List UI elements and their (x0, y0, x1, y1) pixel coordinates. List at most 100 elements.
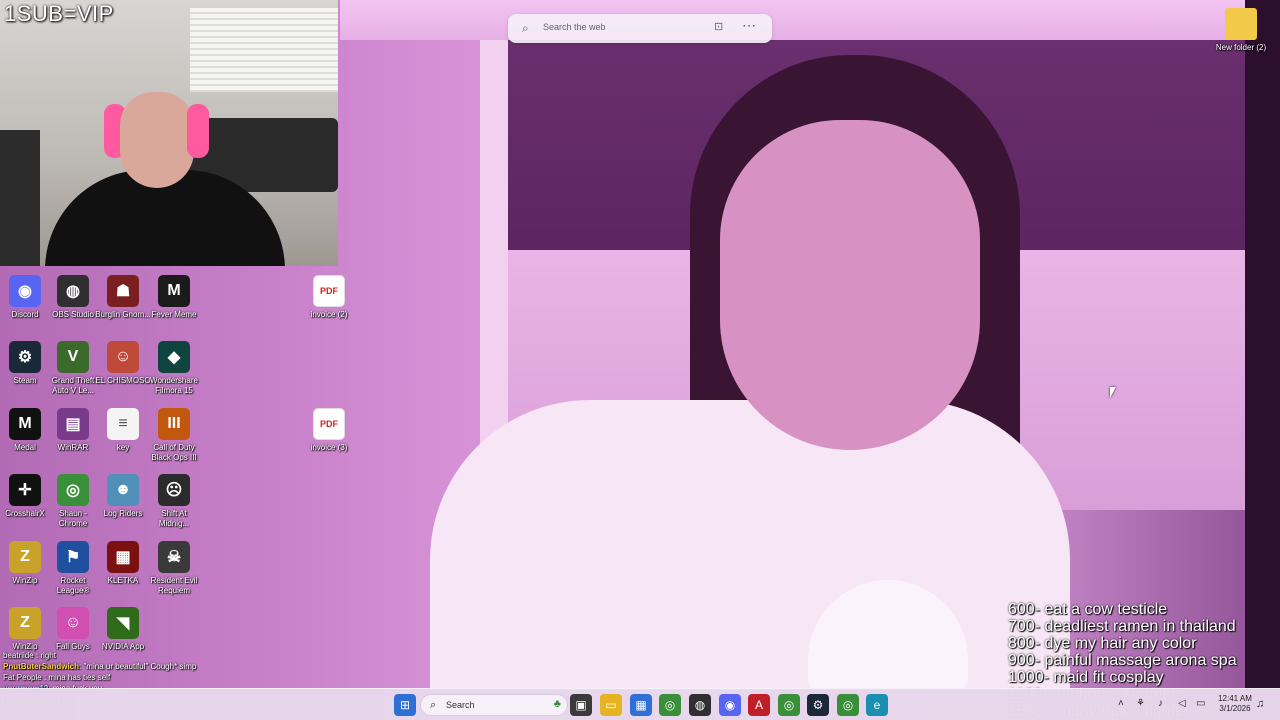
desktop-shortcut-label: Shift At Midnig... (158, 509, 190, 528)
desktop-shortcut[interactable]: ☻ Log Riders (95, 474, 151, 519)
desktop-shortcut[interactable]: M Fever Meme (146, 275, 202, 320)
winzip-2-icon: Z (9, 607, 41, 639)
desktop-shortcut[interactable]: ≡ key (95, 408, 151, 453)
shift-at-midnight-icon: ☹ (158, 474, 190, 506)
chrome-icon: ◎ (842, 698, 854, 712)
rocket-league-icon: ⚑ (57, 541, 89, 573)
chrome-icon: ◎ (783, 698, 795, 712)
video-right-edge (1245, 0, 1280, 690)
desktop-file-invoice-3[interactable]: PDF invoice (3) (301, 408, 357, 453)
battery-icon[interactable]: ▭ (1196, 698, 1205, 709)
resident-evil-icon: ☠ (158, 541, 190, 573)
desktop-folder-label: New folder (2) (1215, 43, 1267, 52)
desktop-shortcut[interactable]: ◎ Shaun - Chrome (45, 474, 101, 529)
taskbar-acrobat[interactable]: A (748, 694, 770, 716)
desktop-shortcut[interactable]: ☹ Shift At Midnig... (146, 474, 202, 529)
taskbar-steam[interactable]: ⚙ (807, 694, 829, 716)
chrome-icon: ◎ (57, 474, 89, 506)
steam-icon: ⚙ (9, 341, 41, 373)
folder-icon (1225, 8, 1257, 40)
desktop-folder-new-folder-2[interactable]: New folder (2) (1213, 8, 1269, 53)
desktop-shortcut-label: Burglin Gnom... (95, 310, 151, 319)
desktop-shortcut[interactable]: ☺ EL CHISMOSO (95, 341, 151, 386)
desktop-shortcut[interactable]: ☗ Burglin Gnom... (95, 275, 151, 320)
desktop-shortcut-label: key (116, 443, 130, 452)
taskbar-start-button[interactable]: ⊞ (394, 694, 416, 716)
taskbar-edge[interactable]: e (866, 694, 888, 716)
taskbar-file-explorer[interactable]: ▭ (600, 694, 622, 716)
chat-text: Fat People : mina has ties self (3, 673, 111, 682)
video-person-shirt (430, 400, 1070, 690)
folder-icon: ▭ (605, 698, 617, 712)
clock-time: 12:41 AM (1218, 694, 1252, 703)
donation-goal-item: 900- painful massage arona spa (1008, 652, 1237, 669)
network-icon[interactable]: ⚘ (1136, 698, 1145, 709)
desktop-shortcut[interactable]: V Grand Theft Auto V Le... (45, 341, 101, 396)
taskbar-task-view[interactable]: ▣ (570, 694, 592, 716)
kletka-icon: ▦ (107, 541, 139, 573)
taskbar-obs[interactable]: ◍ (689, 694, 711, 716)
windows-icon: ⊞ (399, 698, 411, 712)
medal-icon: M (9, 408, 41, 440)
desktop-shortcut[interactable]: ☺ Fall Guys (45, 607, 101, 652)
gta-v-icon: V (57, 341, 89, 373)
nvidia-icon: ◥ (107, 607, 139, 639)
desktop-shortcut[interactable]: ◆ Wondershare Filmora 15 (146, 341, 202, 396)
cod-bo3-icon: III (158, 408, 190, 440)
chat-message: Fat People : mina has ties self (3, 672, 243, 683)
desktop-file-invoice-2[interactable]: PDF invoice (2) (301, 275, 357, 320)
donation-goal-item: 1000- maid fit cosplay (1008, 669, 1164, 686)
pdf-icon: PDF (313, 275, 345, 307)
desktop-shortcut-label: Log Riders (103, 509, 143, 518)
edge-icon: e (873, 698, 881, 712)
burglin-gnomes-icon: ☗ (107, 275, 139, 307)
chevron-up-icon[interactable]: ˄ (1118, 698, 1124, 709)
windows-taskbar: ⌕ Search ♣ ⊞ ▣ ▭ ▦ ◎ ◍ ◉ A ◎ ⚙ ◎ e ˄ ⚘ ♪ ◁ ▭ 12:41 … (0, 688, 1280, 720)
more-options-icon[interactable]: ⋯ (742, 17, 756, 34)
volume-icon[interactable]: ◁ (1178, 698, 1186, 709)
desktop-shortcut[interactable]: ▤ WinRAR (45, 408, 101, 453)
steam-icon: ⚙ (812, 698, 824, 712)
taskbar-discord[interactable]: ◉ (719, 694, 741, 716)
search-icon: ⌕ (522, 21, 529, 35)
chat-message: PnutButerSandwich: "mina ur beautiful" C… (3, 661, 243, 672)
chat-text: beatriide : right (3, 651, 56, 660)
taskbar-chrome[interactable]: ◎ (659, 694, 681, 716)
taskbar-chrome-profile-2[interactable]: ◎ (778, 694, 800, 716)
chat-username: PnutButerSandwich (3, 662, 80, 671)
filmora-icon: ◆ (158, 341, 190, 373)
chat-text: : "mina ur beautiful" Cough* simp (79, 662, 197, 671)
store-icon: ▦ (635, 698, 647, 712)
donation-goal-item: 600- eat a cow testicle (1008, 601, 1168, 618)
donation-goal-item: 700- deadliest ramen in thailand (1008, 618, 1236, 635)
desktop-search-widget[interactable]: ⌕ Search the web ⊡ ⋯ (508, 14, 772, 43)
desktop-shortcut-label: Shaun - Chrome (58, 509, 88, 528)
text-file-icon: ≡ (107, 408, 139, 440)
log-riders-icon: ☻ (107, 474, 139, 506)
taskbar-search-label: Search (446, 700, 475, 710)
desktop-shortcut[interactable]: ☠ Resident Evil Requiem (146, 541, 202, 596)
fall-guys-icon: ☺ (57, 607, 89, 639)
taskbar-clock[interactable]: 12:41 AM 3/1/2026 (1213, 694, 1257, 714)
streamer-webcam: 1SUB=VIP (0, 0, 338, 266)
obs-icon: ◍ (57, 275, 89, 307)
taskbar-search-box[interactable]: ⌕ Search ♣ (420, 694, 568, 716)
video-person-face (720, 120, 980, 450)
desktop-shortcut[interactable]: ⚑ Rocket League® (45, 541, 101, 596)
desktop-shortcut-label: Grand Theft Auto V Le... (51, 376, 95, 395)
notification-bell-icon[interactable]: ♫ (1256, 698, 1264, 710)
webcam-streamer-head (120, 92, 194, 188)
desktop-shortcut-label: WinRAR (57, 443, 89, 452)
donation-goal-item: 800- dye my hair any color (1008, 635, 1197, 652)
desktop-shortcut[interactable]: ◍ OBS Studio (45, 275, 101, 320)
webcam-caption: 1SUB=VIP (4, 1, 114, 26)
visual-search-icon[interactable]: ⊡ (714, 20, 723, 33)
taskbar-chrome-profile-3[interactable]: ◎ (837, 694, 859, 716)
taskbar-store[interactable]: ▦ (630, 694, 652, 716)
desktop-shortcut[interactable]: ◥ NVIDIA App (95, 607, 151, 652)
chrome-icon: ◎ (664, 698, 676, 712)
desktop-shortcut-label: OBS Studio (52, 310, 94, 319)
desktop-shortcut[interactable]: ▦ KLETKA (95, 541, 151, 586)
desktop-shortcut[interactable]: III Call of Duty Black Ops III (146, 408, 202, 463)
microphone-icon[interactable]: ♪ (1158, 698, 1163, 709)
